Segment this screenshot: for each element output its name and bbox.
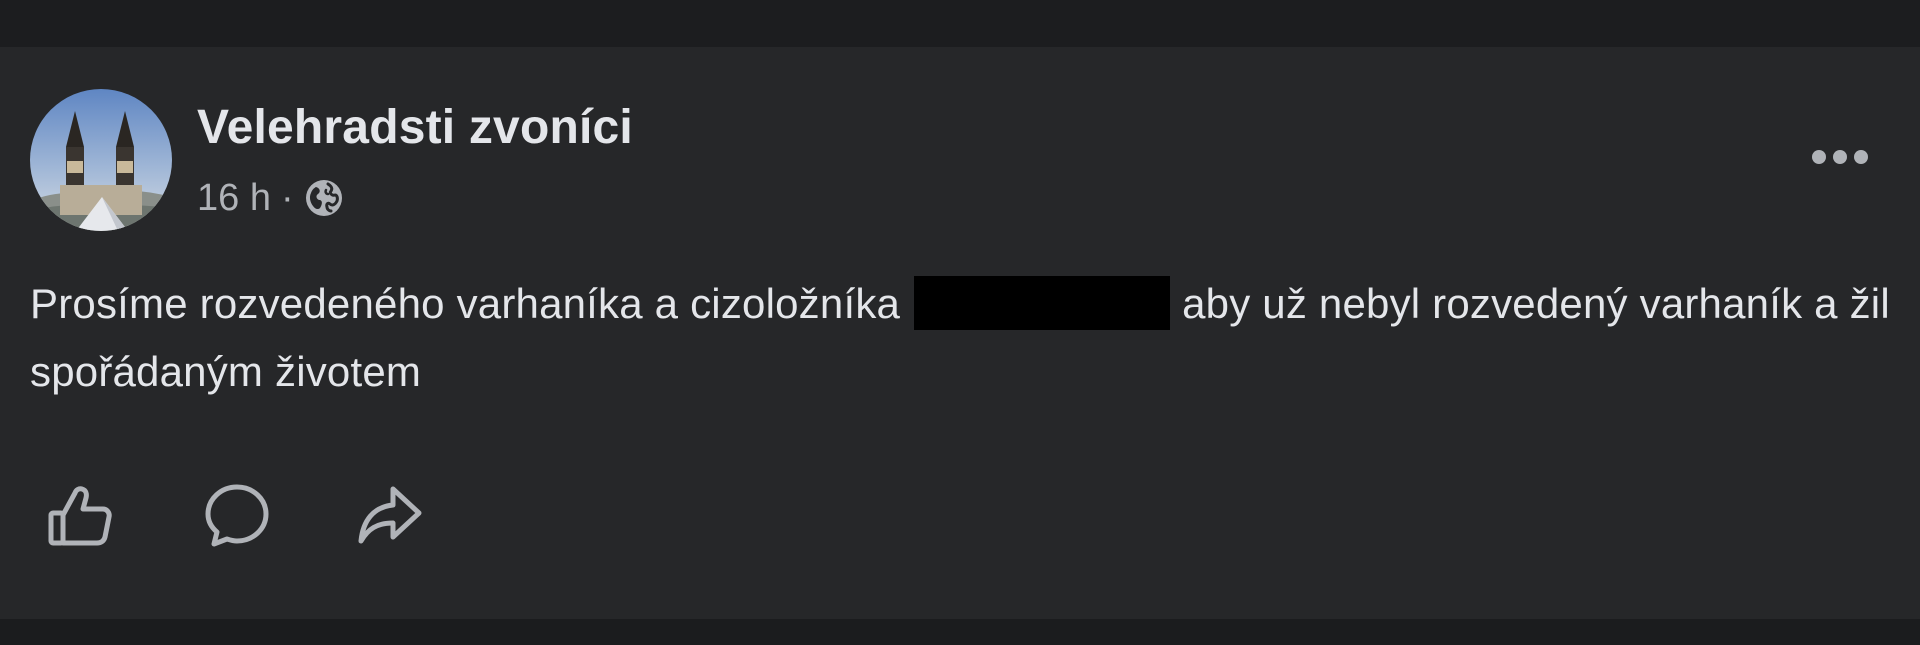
globe-icon [304, 178, 344, 218]
more-options-button[interactable] [1808, 138, 1872, 176]
church-towers-icon [30, 89, 172, 231]
bottom-background [0, 619, 1920, 645]
more-options-icon [1812, 150, 1868, 164]
top-background [0, 0, 1920, 47]
share-button[interactable] [352, 478, 428, 554]
page-name-link[interactable]: Velehradsti zvoníci [197, 100, 633, 155]
redacted-name-block [914, 275, 1171, 330]
comment-button[interactable] [199, 478, 275, 554]
like-button[interactable] [42, 478, 118, 554]
post-meta: 16 h · [197, 176, 344, 220]
comment-icon [205, 484, 269, 547]
like-icon [48, 486, 112, 546]
meta-separator: · [280, 176, 294, 219]
post-timestamp[interactable]: 16 h [197, 177, 271, 220]
post-text-before: Prosíme rozvedeného varhaníka a cizoložn… [30, 280, 901, 327]
page-avatar[interactable] [30, 89, 172, 231]
share-icon [358, 486, 422, 544]
post-message: Prosíme rozvedeného varhaníka a cizoložn… [30, 270, 1890, 406]
